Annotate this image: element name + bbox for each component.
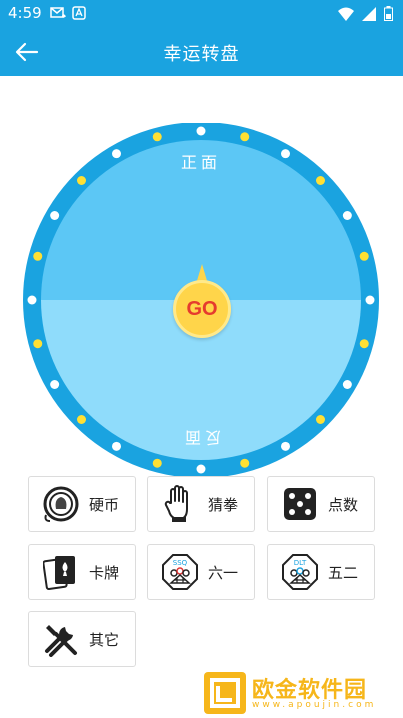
coin-icon (41, 484, 81, 524)
wheel-rim-dot (359, 339, 369, 349)
wheel-rim-dot (281, 149, 290, 159)
option-rock-paper-scissors[interactable]: 猜拳 (147, 476, 255, 532)
wheel-rim-dot (342, 380, 352, 389)
wheel-rim-dot (342, 211, 352, 220)
wheel-rim-dot (50, 211, 60, 220)
watermark-url: www.apoujin.com (252, 700, 377, 710)
option-coin[interactable]: 硬币 (28, 476, 136, 532)
status-bar: 4:59 (0, 0, 403, 28)
wheel-rim-dot (196, 464, 206, 474)
wheel-rim-dot (76, 175, 86, 185)
wifi-icon (338, 7, 354, 21)
option-lottery-ssq[interactable]: SSQ 六一 (147, 544, 255, 600)
dice-icon (280, 484, 320, 524)
hand-icon (160, 484, 200, 524)
wheel-rim-dot (50, 380, 60, 389)
tools-icon (41, 619, 81, 659)
lottery-ssq-icon: SSQ (160, 552, 200, 592)
option-label: 其它 (89, 630, 120, 649)
watermark: 欧金软件园 www.apoujin.com (204, 672, 398, 716)
option-label: 卡牌 (89, 563, 120, 582)
lottery-badge: DLT (294, 559, 307, 567)
wheel-label-top: 正面 (181, 153, 221, 172)
wheel-rim-dot (33, 251, 43, 261)
app-bar: 幸运转盘 (0, 28, 403, 76)
wheel-rim-dot (240, 458, 250, 468)
wheel-rim-dot (112, 149, 121, 159)
wheel-rim-dot (281, 441, 290, 451)
option-cards[interactable]: 卡牌 (28, 544, 136, 600)
wheel-rim-dot (112, 441, 121, 451)
wheel-rim-dot (240, 132, 250, 142)
wheel-rim-dot (152, 132, 162, 142)
wheel-rim-dot (27, 295, 37, 305)
option-label: 猜拳 (208, 495, 239, 514)
app-notification-icon (72, 6, 86, 20)
option-label: 六一 (208, 563, 239, 582)
option-dice[interactable]: 点数 (267, 476, 375, 532)
lottery-badge: SSQ (173, 559, 188, 567)
wheel-rim-dot (76, 415, 86, 425)
lottery-dlt-icon: DLT (280, 552, 320, 592)
wheel-rim-dot (316, 175, 326, 185)
notification-icons (50, 6, 86, 20)
option-label: 点数 (328, 495, 359, 514)
wheel-rim-dot (152, 458, 162, 468)
go-button[interactable]: GO (173, 280, 231, 338)
watermark-logo-icon (204, 672, 246, 714)
wheel-rim-dot (359, 251, 369, 261)
option-label: 硬币 (89, 495, 120, 514)
signal-icon (362, 6, 376, 21)
system-icons (338, 6, 393, 21)
wheel-rim-dot (196, 126, 206, 136)
page-title: 幸运转盘 (163, 44, 240, 65)
message-icon (50, 7, 66, 18)
wheel-rim-dot (316, 415, 326, 425)
wheel-label-bottom: 反面 (181, 428, 221, 447)
option-lottery-dlt[interactable]: DLT 五二 (267, 544, 375, 600)
wheel-rim-dot (33, 339, 43, 349)
option-label: 五二 (328, 563, 359, 582)
status-time: 4:59 (8, 4, 42, 22)
wheel-rim-dot (365, 295, 375, 305)
cards-icon (41, 552, 81, 592)
option-other[interactable]: 其它 (28, 611, 136, 667)
battery-icon (384, 6, 393, 21)
